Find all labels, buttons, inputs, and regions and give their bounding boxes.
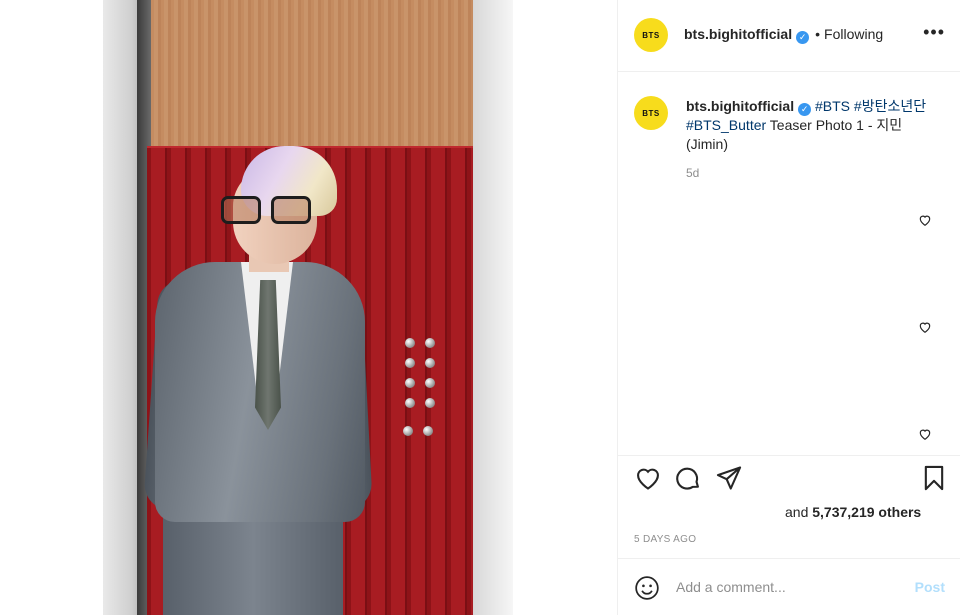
- photo-figure-sunglasses: [221, 196, 315, 224]
- share-icon[interactable]: [715, 464, 743, 492]
- comment-like-heart-icon[interactable]: [918, 427, 932, 441]
- author-avatar[interactable]: BTS: [634, 18, 668, 52]
- post-side-panel: BTS bts.bighitofficial ✓ • Following ••• BT…: [617, 0, 960, 615]
- instagram-post-modal: BTS bts.bighitofficial ✓ • Following ••• BT…: [0, 0, 960, 615]
- photo-wall-right: [473, 0, 513, 615]
- caption-verified-badge-icon: ✓: [798, 103, 812, 116]
- author-username[interactable]: bts.bighitofficial: [684, 26, 792, 42]
- bookmark-icon[interactable]: [920, 464, 948, 492]
- hashtag-bangtan[interactable]: #방탄소년단: [854, 98, 926, 114]
- verified-badge-icon: ✓: [796, 31, 810, 44]
- comment-like-heart-icon[interactable]: [918, 213, 932, 227]
- likes-others[interactable]: 5,737,219 others: [812, 504, 921, 520]
- caption-username[interactable]: bts.bighitofficial: [686, 98, 794, 114]
- comment-icon[interactable]: [674, 464, 702, 492]
- emoji-icon[interactable]: [634, 575, 660, 601]
- hashtag-bts-butter[interactable]: #BTS_Butter: [686, 117, 766, 133]
- caption-avatar[interactable]: BTS: [634, 96, 668, 130]
- following-button[interactable]: Following: [824, 26, 883, 42]
- post-photo[interactable]: [103, 0, 513, 615]
- heart-icon[interactable]: [634, 464, 662, 492]
- caption-text-2: (Jimin): [686, 136, 728, 152]
- actions-divider: [618, 455, 960, 456]
- post-caption: bts.bighitofficial ✓ #BTS #방탄소년단 #BTS_But…: [686, 97, 936, 154]
- hashtag-bts[interactable]: #BTS: [815, 98, 850, 114]
- comment-bar: Add a comment... Post: [618, 558, 960, 615]
- photo-door-keypad: [403, 338, 441, 438]
- likes-prefix: and: [785, 504, 813, 520]
- header-info: bts.bighitofficial ✓ • Following: [684, 26, 883, 44]
- caption-text: Teaser Photo 1 - 지민: [766, 117, 903, 133]
- post-header: BTS bts.bighitofficial ✓ • Following •••: [618, 0, 960, 72]
- photo-wood-panel: [151, 0, 503, 160]
- post-media-area: [0, 0, 617, 615]
- more-options-icon[interactable]: •••: [923, 22, 945, 43]
- post-date[interactable]: 5 DAYS AGO: [634, 534, 696, 545]
- caption-age: 5d: [686, 166, 700, 180]
- comment-like-heart-icon[interactable]: [918, 320, 932, 334]
- comment-input[interactable]: Add a comment...: [676, 579, 786, 595]
- post-comment-button[interactable]: Post: [915, 579, 945, 595]
- header-separator: •: [815, 26, 821, 42]
- likes-count[interactable]: and 5,737,219 others: [785, 504, 921, 520]
